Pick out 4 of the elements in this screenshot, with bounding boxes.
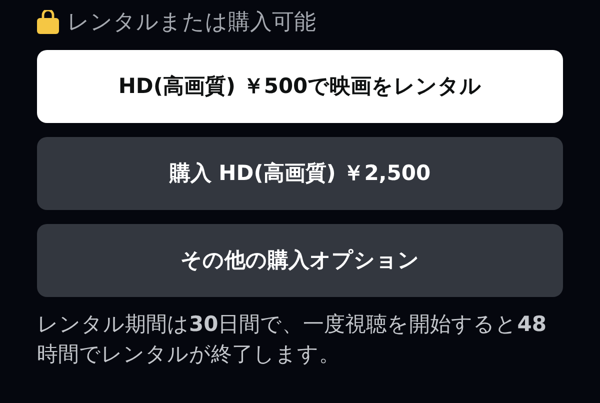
purchase-button[interactable]: その他の購入オプション [37, 224, 563, 297]
purchase-button[interactable]: 購入 HD(高画質) ￥2,500 [37, 137, 563, 210]
rent-button[interactable]: HD(高画質) ￥500で映画をレンタル [37, 50, 563, 123]
section-title: レンタルまたは購入可能 [67, 8, 316, 36]
